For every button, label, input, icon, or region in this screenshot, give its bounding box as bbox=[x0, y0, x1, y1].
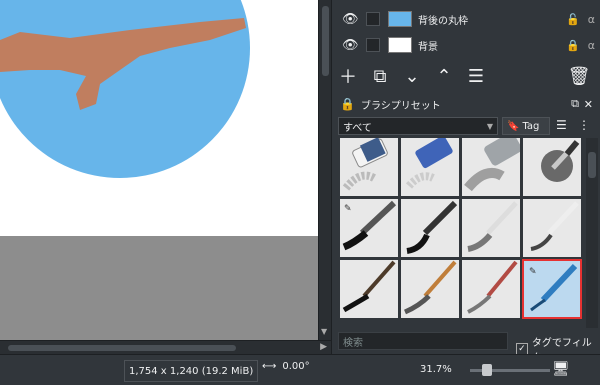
scroll-down-icon[interactable]: ▼ bbox=[321, 327, 327, 336]
move-up-icon[interactable]: ⌃ bbox=[428, 66, 460, 87]
delete-layer-icon[interactable]: 🗑 bbox=[563, 66, 595, 87]
layer-name: 背後の丸枠 bbox=[418, 15, 468, 27]
layer-row[interactable]: 👁 背景 🔒 α bbox=[332, 32, 600, 58]
bookmark-icon: 🔖 bbox=[507, 120, 520, 132]
brush-preset[interactable] bbox=[340, 138, 398, 196]
rotation-value: 0.00° bbox=[282, 361, 310, 372]
brush-preset-selected[interactable]: ✎ bbox=[522, 259, 582, 319]
visibility-eye-icon[interactable]: 👁 bbox=[342, 12, 359, 27]
brush-preset[interactable] bbox=[462, 138, 520, 196]
brush-preset[interactable] bbox=[523, 138, 581, 196]
search-placeholder: 検索 bbox=[343, 337, 363, 349]
brush-preset[interactable] bbox=[401, 138, 459, 196]
rotation-control[interactable]: ⟷ 0.00° bbox=[262, 361, 310, 372]
visibility-eye-icon[interactable]: 👁 bbox=[342, 38, 359, 53]
layer-properties-icon[interactable]: ☰ bbox=[460, 66, 492, 87]
scroll-right-icon[interactable]: ▶ bbox=[320, 342, 327, 352]
layer-select-checkbox[interactable] bbox=[366, 38, 380, 52]
canvas-drawing bbox=[0, 0, 250, 178]
float-docker-icon[interactable]: ⧉ bbox=[571, 97, 579, 111]
layer-row[interactable]: 👁 背後の丸枠 🔓 α bbox=[332, 6, 600, 32]
scroll-thumb[interactable] bbox=[8, 345, 236, 351]
tag-button[interactable]: 🔖 Tag bbox=[502, 117, 550, 135]
svg-text:✎: ✎ bbox=[344, 204, 352, 214]
layer-name: 背景 bbox=[418, 41, 438, 53]
panel-options-icon[interactable]: ⋮ bbox=[578, 118, 590, 132]
layer-thumbnail bbox=[388, 11, 412, 27]
scroll-thumb[interactable] bbox=[322, 6, 329, 76]
brush-preset[interactable] bbox=[523, 199, 581, 257]
brush-preset[interactable] bbox=[462, 260, 520, 318]
canvas-only-monitor-icon[interactable]: 🖥 bbox=[552, 361, 570, 377]
tag-label: Tag bbox=[522, 120, 540, 132]
alpha-lock-icon[interactable]: α bbox=[588, 39, 595, 52]
move-down-icon[interactable]: ⌄ bbox=[396, 66, 428, 87]
brush-preset[interactable] bbox=[401, 260, 459, 318]
canvas-vertical-scrollbar[interactable]: ▼ bbox=[318, 0, 332, 340]
docker-lock-icon[interactable]: 🔒 bbox=[340, 97, 355, 111]
tag-filter-combo[interactable]: すべて ▼ bbox=[338, 117, 498, 135]
status-bar: 1,754 x 1,240 (19.2 MiB) ⟷ 0.00° 31.7% 🖥 bbox=[0, 354, 600, 385]
svg-text:✎: ✎ bbox=[529, 267, 537, 277]
list-view-icon[interactable]: ☰ bbox=[556, 118, 567, 132]
image-size-text: 1,754 x 1,240 (19.2 MiB) bbox=[129, 365, 254, 377]
scroll-thumb[interactable] bbox=[588, 152, 596, 178]
add-layer-icon[interactable]: ＋ bbox=[332, 63, 364, 89]
rotation-icon: ⟷ bbox=[262, 361, 277, 372]
brush-search-input[interactable]: 検索 bbox=[338, 332, 508, 350]
lock-icon[interactable]: 🔒 bbox=[566, 39, 580, 52]
brush-preset-grid: ✎ ✎ bbox=[340, 138, 584, 328]
image-size-readout[interactable]: 1,754 x 1,240 (19.2 MiB) bbox=[124, 360, 259, 382]
zoom-level: 31.7% bbox=[420, 364, 452, 375]
docker-panel: 👁 背後の丸枠 🔓 α 👁 背景 🔒 α ＋ ⧉ ⌄ ⌃ ☰ 🗑 🔒 ブラシプリ… bbox=[331, 0, 600, 364]
brush-preset[interactable]: ✎ bbox=[340, 199, 398, 257]
chevron-down-icon: ▼ bbox=[486, 121, 493, 131]
brush-preset[interactable] bbox=[462, 199, 520, 257]
brush-preset[interactable] bbox=[401, 199, 459, 257]
docker-title: ブラシプリセット bbox=[360, 100, 441, 112]
brush-preset-docker-title: 🔒 ブラシプリセット ⧉ ✕ bbox=[332, 94, 600, 114]
lock-icon[interactable]: 🔓 bbox=[566, 13, 580, 26]
canvas-outside bbox=[0, 236, 318, 340]
layer-thumbnail bbox=[388, 37, 412, 53]
canvas[interactable] bbox=[0, 0, 318, 340]
duplicate-layer-icon[interactable]: ⧉ bbox=[364, 66, 396, 87]
layer-select-checkbox[interactable] bbox=[366, 12, 380, 26]
layer-toolbar: ＋ ⧉ ⌄ ⌃ ☰ 🗑 bbox=[332, 62, 600, 90]
combo-value: すべて bbox=[343, 122, 372, 134]
brush-grid-scrollbar[interactable] bbox=[586, 138, 598, 328]
alpha-lock-icon[interactable]: α bbox=[588, 13, 595, 26]
zoom-slider[interactable] bbox=[470, 364, 550, 376]
brush-preset[interactable] bbox=[340, 260, 398, 318]
canvas-horizontal-scrollbar[interactable]: ▶ bbox=[0, 340, 331, 355]
zoom-slider-knob[interactable] bbox=[482, 364, 492, 376]
close-docker-icon[interactable]: ✕ bbox=[584, 98, 593, 111]
